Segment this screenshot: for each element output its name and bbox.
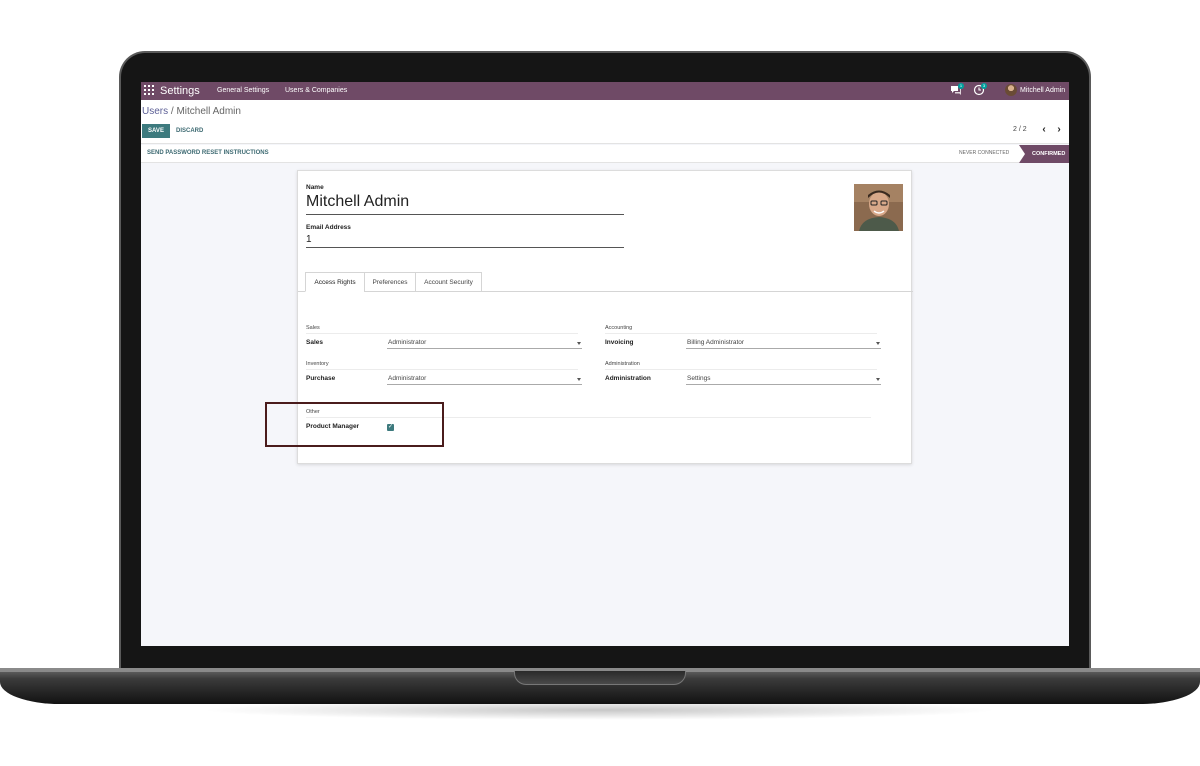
stage-arrow bbox=[1019, 145, 1025, 163]
sales-select-value: Administrator bbox=[388, 339, 427, 346]
tab-access-rights[interactable]: Access Rights bbox=[305, 272, 365, 292]
pager-next-icon[interactable]: › bbox=[1054, 124, 1064, 136]
administration-select[interactable]: Settings bbox=[686, 373, 881, 385]
group-divider bbox=[306, 369, 578, 370]
user-avatar[interactable] bbox=[1005, 84, 1017, 96]
apps-menu-icon[interactable] bbox=[144, 85, 154, 95]
chevron-down-icon bbox=[577, 342, 581, 345]
notebook-tabs: Access Rights Preferences Account Securi… bbox=[298, 272, 913, 292]
discard-button[interactable]: DISCARD bbox=[176, 124, 203, 138]
breadcrumb-current: Mitchell Admin bbox=[176, 106, 241, 117]
menu-general-settings[interactable]: General Settings bbox=[217, 84, 269, 98]
email-field[interactable]: 1 bbox=[306, 234, 312, 245]
breadcrumb-users[interactable]: Users bbox=[142, 106, 168, 117]
purchase-select[interactable]: Administrator bbox=[387, 373, 582, 385]
screen: Settings General Settings Users & Compan… bbox=[141, 82, 1069, 646]
administration-label: Administration bbox=[605, 375, 651, 382]
chat-badge: 1 bbox=[958, 83, 964, 89]
name-field[interactable]: Mitchell Admin bbox=[306, 193, 409, 211]
tab-account-security[interactable]: Account Security bbox=[415, 272, 482, 292]
menu-users-companies[interactable]: Users & Companies bbox=[285, 84, 347, 98]
purchase-select-value: Administrator bbox=[388, 375, 427, 382]
group-inventory-title: Inventory bbox=[306, 361, 329, 367]
tab-preferences[interactable]: Preferences bbox=[364, 272, 416, 292]
chevron-down-icon bbox=[876, 342, 880, 345]
user-photo[interactable] bbox=[854, 184, 903, 231]
send-password-reset-button[interactable]: SEND PASSWORD RESET INSTRUCTIONS bbox=[147, 150, 269, 156]
save-button[interactable]: SAVE bbox=[142, 124, 170, 138]
name-label: Name bbox=[306, 184, 324, 191]
stage-confirmed[interactable]: CONFIRMED bbox=[1019, 145, 1069, 163]
breadcrumb: Users / Mitchell Admin bbox=[142, 106, 241, 117]
stage-never-connected[interactable]: NEVER CONNECTED bbox=[959, 150, 1009, 156]
name-field-underline bbox=[306, 214, 624, 215]
administration-select-value: Settings bbox=[687, 375, 711, 382]
group-sales-title: Sales bbox=[306, 325, 320, 331]
status-bar: SEND PASSWORD RESET INSTRUCTIONS NEVER C… bbox=[141, 145, 1069, 163]
group-administration-title: Administration bbox=[605, 361, 640, 367]
chevron-down-icon bbox=[876, 378, 880, 381]
laptop-hinge-notch bbox=[514, 671, 686, 685]
chevron-down-icon bbox=[577, 378, 581, 381]
pager-previous-icon[interactable]: ‹ bbox=[1039, 124, 1049, 136]
group-accounting-title: Accounting bbox=[605, 325, 633, 331]
pager-value: 2 / 2 bbox=[1013, 126, 1027, 133]
user-menu-name[interactable]: Mitchell Admin bbox=[1020, 84, 1065, 98]
sales-select[interactable]: Administrator bbox=[387, 337, 582, 349]
top-navbar: Settings General Settings Users & Compan… bbox=[141, 82, 1069, 100]
group-divider bbox=[306, 333, 578, 334]
purchase-label: Purchase bbox=[306, 375, 336, 382]
sales-label: Sales bbox=[306, 339, 323, 346]
invoicing-label: Invoicing bbox=[605, 339, 634, 346]
annotation-highlight-box bbox=[265, 402, 444, 447]
app-title[interactable]: Settings bbox=[160, 83, 200, 99]
email-field-underline bbox=[306, 247, 624, 248]
activity-badge: 3 bbox=[981, 83, 987, 89]
control-panel: Users / Mitchell Admin SAVE DISCARD 2 / … bbox=[141, 100, 1069, 144]
invoicing-select-value: Billing Administrator bbox=[687, 339, 745, 346]
email-label: Email Address bbox=[306, 224, 351, 231]
group-divider bbox=[605, 369, 877, 370]
group-divider bbox=[605, 333, 877, 334]
invoicing-select[interactable]: Billing Administrator bbox=[686, 337, 881, 349]
